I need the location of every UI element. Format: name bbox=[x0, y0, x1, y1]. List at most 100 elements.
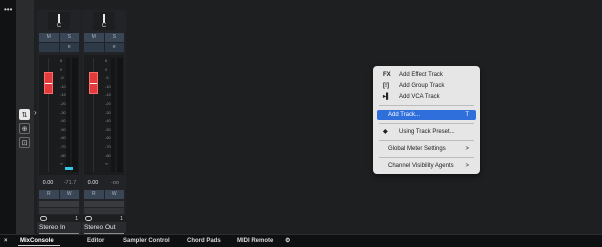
menu-item-label: Add Track... bbox=[388, 112, 421, 118]
mute-button[interactable]: M bbox=[39, 33, 59, 42]
menu-item-add-vca-track[interactable]: ▸▌ Add VCA Track bbox=[377, 92, 476, 102]
scale-tick-label: -70 bbox=[60, 144, 66, 149]
peak-value[interactable]: -oo bbox=[104, 178, 126, 188]
scale-tick-label: -40 bbox=[105, 118, 111, 124]
more-dots-icon[interactable]: ••• bbox=[4, 6, 12, 14]
left-toolbar bbox=[0, 0, 17, 234]
edit-row: e bbox=[39, 43, 79, 52]
meter-peak-indicator bbox=[65, 167, 73, 170]
vca-icon: ▸▌ bbox=[383, 94, 391, 100]
menu-item-label: Channel Visibility Agents bbox=[388, 163, 454, 169]
edit-button[interactable]: e bbox=[104, 43, 124, 52]
scale-tick-label: -20 bbox=[60, 101, 66, 106]
scale-tick-label: -60 bbox=[60, 135, 66, 141]
fx-icon: FX bbox=[383, 72, 391, 78]
bottom-zone-tabs: × MixConsole Editor Sampler Control Chor… bbox=[0, 234, 602, 247]
scale-tick-label: -10 bbox=[60, 83, 66, 89]
scale-tick-label: -80 bbox=[105, 152, 111, 158]
channel-strip-stereo-in: C M S e 6 0 -5 -10 -15 -20 -30 -40 -50 -60 -70 -80 ∞… bbox=[37, 10, 81, 236]
link-icon bbox=[85, 216, 92, 221]
menu-item-label: Global Meter Settings bbox=[388, 146, 446, 152]
scale-tick-label: ∞ bbox=[60, 161, 63, 167]
tab-chord-pads[interactable]: Chord Pads bbox=[187, 235, 221, 247]
mute-solo-row: M S bbox=[39, 33, 79, 42]
channel-icon[interactable]: ⊡ bbox=[19, 137, 30, 148]
menu-separator bbox=[379, 105, 474, 106]
scale-tick-label: -50 bbox=[60, 126, 66, 132]
mixer-side-icons: ⇅ ⊕ ⊡ bbox=[16, 0, 34, 234]
volume-fader[interactable] bbox=[89, 72, 98, 94]
tab-sampler-control[interactable]: Sampler Control bbox=[123, 235, 170, 247]
group-icon: [!] bbox=[383, 83, 389, 89]
listen-button[interactable] bbox=[84, 43, 104, 52]
scale-tick-label: 0 bbox=[105, 66, 108, 72]
scale-tick-label: -50 bbox=[105, 126, 111, 132]
mute-solo-row: M S bbox=[84, 33, 124, 42]
fader-area: 6 0 -5 -10 -15 -20 -30 -40 -50 -60 -70 -80 ∞ bbox=[84, 55, 124, 175]
scale-tick-label: -40 bbox=[60, 118, 66, 124]
scale-tick-label: -10 bbox=[105, 83, 111, 89]
menu-item-label: Add Group Track bbox=[399, 83, 445, 89]
scale-tick-label: -30 bbox=[105, 109, 111, 115]
volume-value[interactable]: 0.00 bbox=[82, 178, 104, 188]
send-slot[interactable] bbox=[84, 208, 124, 214]
close-icon[interactable]: × bbox=[4, 235, 8, 247]
solo-button[interactable]: S bbox=[104, 33, 124, 42]
insert-slot[interactable] bbox=[84, 201, 124, 207]
edit-button[interactable]: e bbox=[59, 43, 79, 52]
level-meter bbox=[117, 58, 123, 172]
chevron-right-icon: > bbox=[465, 146, 469, 152]
edit-row: e bbox=[84, 43, 124, 52]
chevron-right-icon: > bbox=[465, 163, 469, 169]
write-button[interactable]: W bbox=[104, 190, 124, 199]
solo-button[interactable]: S bbox=[59, 33, 79, 42]
menu-item-label: Add VCA Track bbox=[399, 94, 440, 100]
scale-tick-label: -30 bbox=[60, 109, 66, 115]
context-menu: FX Add Effect Track [!] Add Group Track … bbox=[373, 66, 480, 174]
channel-strip-stereo-out: C M S e 6 0 -5 -10 -15 -20 -30 -40 -50 -60 -70 -80 ∞… bbox=[82, 10, 126, 236]
tab-editor[interactable]: Editor bbox=[87, 235, 104, 247]
scale-tick-label: 6 bbox=[105, 58, 108, 63]
send-slot[interactable] bbox=[39, 208, 79, 214]
peak-value[interactable]: -71.7 bbox=[59, 178, 81, 188]
scale-tick-label: -15 bbox=[60, 92, 66, 98]
scale-tick-label: -5 bbox=[60, 75, 64, 81]
menu-item-add-track[interactable]: Add Track... T bbox=[377, 110, 476, 120]
shortcut-label: T bbox=[465, 112, 469, 118]
menu-item-global-meter-settings[interactable]: Global Meter Settings > bbox=[377, 144, 476, 154]
read-button[interactable]: R bbox=[84, 190, 104, 199]
menu-separator bbox=[379, 140, 474, 141]
scale-tick-label: ∞ bbox=[105, 161, 108, 167]
menu-item-label: Using Track Preset... bbox=[399, 129, 455, 135]
tab-midi-remote[interactable]: MIDI Remote bbox=[237, 235, 273, 247]
gear-icon[interactable]: ⚙ bbox=[285, 235, 290, 247]
menu-separator bbox=[379, 157, 474, 158]
scale-tick-label: -15 bbox=[105, 92, 111, 98]
scale-tick-label: -80 bbox=[60, 152, 66, 158]
write-button[interactable]: W bbox=[59, 190, 79, 199]
menu-item-channel-visibility-agents[interactable]: Channel Visibility Agents > bbox=[377, 161, 476, 171]
scale-tick-label: -60 bbox=[105, 135, 111, 141]
pan-knob[interactable]: C bbox=[48, 12, 70, 30]
volume-fader[interactable] bbox=[44, 72, 53, 94]
fader-area: 6 0 -5 -10 -15 -20 -30 -40 -50 -60 -70 -80 ∞ bbox=[39, 55, 79, 175]
link-icon bbox=[40, 216, 47, 221]
scale-tick-label: -5 bbox=[105, 75, 109, 81]
menu-item-using-track-preset[interactable]: ◆ Using Track Preset... bbox=[377, 127, 476, 137]
channel-name[interactable]: Stereo Out bbox=[82, 222, 126, 233]
menu-item-label: Add Effect Track bbox=[399, 72, 443, 78]
scale-tick-label: -70 bbox=[105, 144, 111, 149]
listen-button[interactable] bbox=[39, 43, 59, 52]
pan-knob[interactable]: C bbox=[93, 12, 115, 30]
channel-name[interactable]: Stereo In bbox=[37, 222, 81, 233]
read-button[interactable]: R bbox=[39, 190, 59, 199]
inspector-icon[interactable]: ⇅ bbox=[19, 109, 30, 120]
insert-slot[interactable] bbox=[39, 201, 79, 207]
volume-value[interactable]: 0.00 bbox=[37, 178, 59, 188]
menu-item-add-group-track[interactable]: [!] Add Group Track bbox=[377, 81, 476, 91]
mute-button[interactable]: M bbox=[84, 33, 104, 42]
preset-icon: ◆ bbox=[383, 129, 388, 135]
menu-item-add-effect-track[interactable]: FX Add Effect Track bbox=[377, 70, 476, 80]
routing-icon[interactable]: ⊕ bbox=[19, 123, 30, 134]
menu-separator bbox=[379, 123, 474, 124]
